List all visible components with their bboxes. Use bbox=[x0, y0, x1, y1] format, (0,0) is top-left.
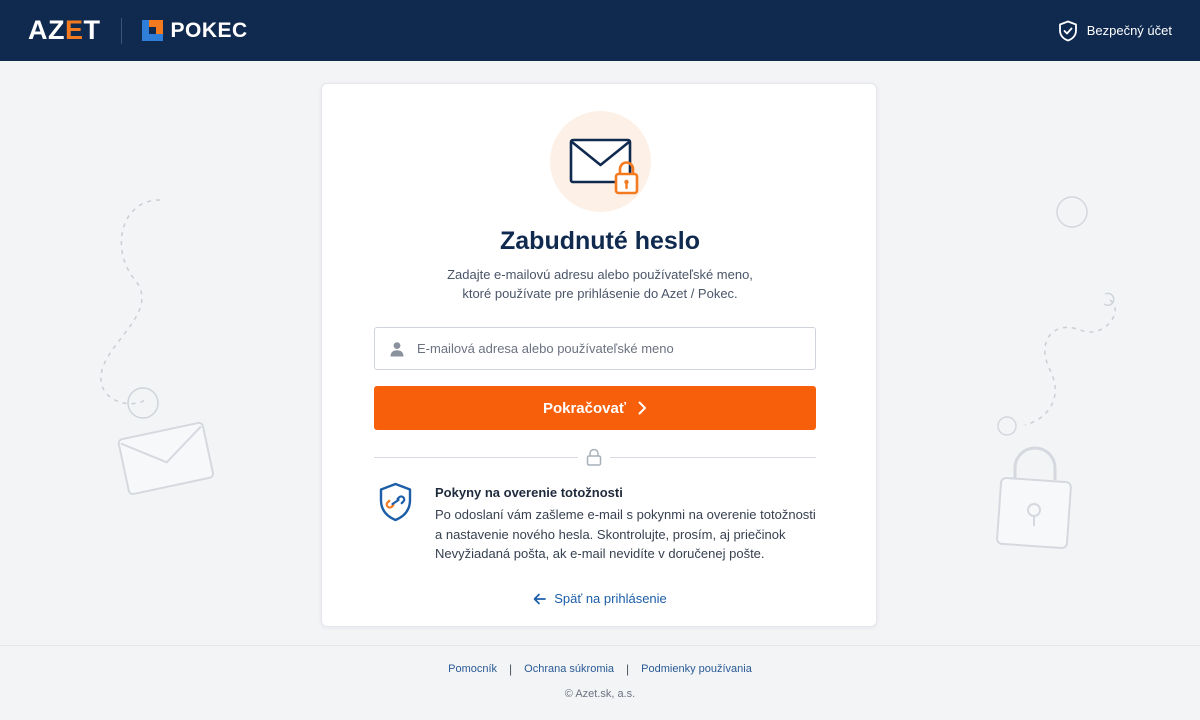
pokec-logo[interactable]: POKEC bbox=[141, 18, 248, 43]
footer-links: Pomocník | Ochrana súkromia | Podmienky … bbox=[0, 662, 1200, 676]
back-to-login-label: Späť na prihlásenie bbox=[554, 591, 667, 606]
background-decoration-left bbox=[100, 199, 215, 496]
divider-line-left bbox=[374, 457, 578, 458]
azet-logo-suffix: T bbox=[83, 15, 101, 45]
footer-link-privacy[interactable]: Ochrana súkromia bbox=[524, 663, 614, 675]
info-text-line-3: Nevyžiadaná pošta, ak e-mail nevidíte v … bbox=[435, 546, 765, 561]
identifier-input[interactable] bbox=[417, 328, 815, 369]
background-decoration-right bbox=[996, 196, 1116, 550]
user-icon bbox=[390, 341, 404, 356]
arrow-left-icon bbox=[533, 593, 547, 604]
chevron-right-icon bbox=[638, 401, 647, 415]
footer-separator: | bbox=[509, 662, 513, 676]
page-title: Zabudnuté heslo bbox=[500, 227, 700, 255]
secure-account-link[interactable]: Bezpečný účet bbox=[1058, 20, 1172, 42]
footer-separator: | bbox=[626, 662, 630, 676]
shield-link-icon bbox=[379, 482, 412, 522]
subtitle-line-1: Zadajte e-mailovú adresu alebo používate… bbox=[447, 267, 753, 282]
info-title: Pokyny na overenie totožnosti bbox=[435, 485, 623, 500]
section-divider bbox=[374, 447, 816, 467]
identifier-field[interactable] bbox=[374, 327, 816, 370]
info-text: Po odoslaní vám zašleme e-mail s pokynmi… bbox=[435, 505, 825, 564]
pokec-logo-text: POKEC bbox=[170, 18, 248, 42]
pokec-logo-icon bbox=[141, 20, 163, 41]
azet-logo-prefix: AZ bbox=[28, 15, 65, 45]
footer-link-terms[interactable]: Podmienky používania bbox=[641, 663, 752, 675]
forgot-password-card: Zabudnuté heslo Zadajte e-mailovú adresu… bbox=[321, 83, 877, 627]
lock-icon bbox=[586, 448, 602, 466]
back-to-login-link[interactable]: Späť na prihlásenie bbox=[322, 591, 878, 606]
hero-illustration bbox=[550, 111, 651, 212]
page-subtitle: Zadajte e-mailovú adresu alebo používate… bbox=[322, 265, 878, 303]
subtitle-line-2: ktoré používate pre prihlásenie do Azet … bbox=[462, 286, 738, 301]
footer-divider bbox=[0, 645, 1200, 646]
info-text-line-1: Po odoslaní vám zašleme e-mail s pokynmi… bbox=[435, 507, 816, 522]
brand-divider bbox=[120, 17, 122, 44]
continue-button[interactable]: Pokračovať bbox=[374, 386, 816, 430]
continue-button-label: Pokračovať bbox=[542, 399, 627, 417]
footer-link-help[interactable]: Pomocník bbox=[448, 663, 497, 675]
envelope-lock-icon bbox=[569, 138, 639, 195]
azet-logo[interactable]: AZ E T bbox=[28, 15, 101, 46]
azet-logo-e: E bbox=[65, 15, 84, 45]
info-text-line-2: a nastavenie nového hesla. Skontrolujte,… bbox=[435, 526, 786, 542]
divider-line-right bbox=[610, 457, 816, 458]
copyright: © Azet.sk, a.s. bbox=[564, 688, 636, 700]
top-bar: AZ E T POKEC Bezpečný účet bbox=[0, 0, 1200, 61]
secure-account-label: Bezpečný účet bbox=[1086, 23, 1172, 38]
shield-check-icon bbox=[1058, 20, 1077, 41]
